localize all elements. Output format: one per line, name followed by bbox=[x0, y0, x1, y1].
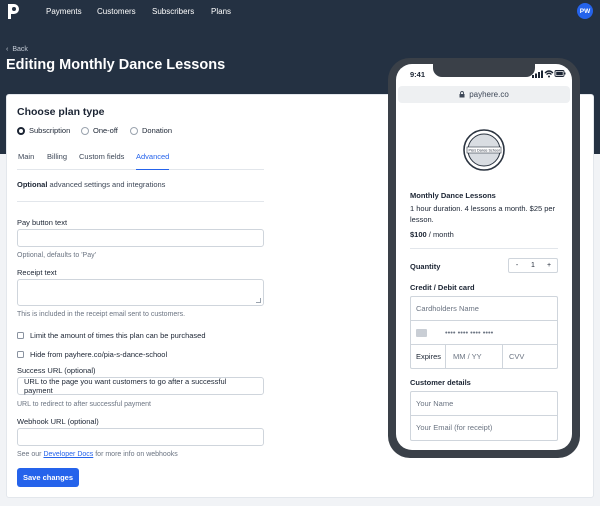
browser-url-bar[interactable]: payhere.co bbox=[398, 86, 570, 103]
advanced-intro-text: advanced settings and integrations bbox=[47, 180, 166, 189]
divider bbox=[410, 248, 558, 249]
card-number-placeholder: •••• •••• •••• •••• bbox=[445, 328, 494, 337]
radio-subscription[interactable]: Subscription bbox=[17, 126, 70, 135]
radio-unchecked-icon bbox=[130, 126, 138, 135]
quantity-stepper[interactable]: - 1 + bbox=[508, 258, 558, 273]
webhook-hint: See our Developer Docs for more info on … bbox=[17, 451, 178, 458]
webhook-url-label: Webhook URL (optional) bbox=[17, 417, 99, 426]
tab-advanced[interactable]: Advanced bbox=[136, 152, 170, 170]
webhook-url-input[interactable] bbox=[17, 428, 264, 446]
radio-one-off[interactable]: One-off bbox=[81, 126, 118, 135]
resize-handle-icon[interactable] bbox=[256, 298, 261, 303]
plan-tabs: Main Billing Custom fields Advanced bbox=[17, 144, 264, 170]
tab-main[interactable]: Main bbox=[18, 152, 34, 170]
preview-description: 1 hour duration. 4 lessons a month. $25 … bbox=[410, 204, 556, 224]
radio-one-off-label: One-off bbox=[93, 126, 118, 135]
save-changes-button[interactable]: Save changes bbox=[17, 468, 79, 487]
success-url-label: Success URL (optional) bbox=[17, 366, 96, 375]
top-navigation: Payments Customers Subscribers Plans PW bbox=[0, 0, 600, 24]
hide-plan-label: Hide from payhere.co/pia-s-dance-school bbox=[30, 350, 168, 359]
school-logo-text: Pia's Dance School bbox=[468, 149, 499, 153]
radio-subscription-label: Subscription bbox=[29, 126, 71, 135]
webhook-hint-suffix: for more info on webhooks bbox=[93, 451, 178, 458]
success-url-input[interactable]: URL to the page you want customers to go… bbox=[17, 377, 264, 395]
nav-customers[interactable]: Customers bbox=[97, 7, 136, 16]
phone-notch bbox=[433, 64, 535, 77]
checkbox-icon bbox=[17, 332, 24, 339]
receipt-hint: This is included in the receipt email se… bbox=[17, 311, 186, 318]
pay-button-hint: Optional, defaults to 'Pay' bbox=[17, 252, 96, 259]
developer-docs-link[interactable]: Developer Docs bbox=[43, 451, 93, 458]
lock-icon bbox=[459, 91, 465, 98]
credit-card-icon bbox=[416, 328, 427, 337]
signal-icon bbox=[532, 70, 543, 78]
receipt-textarea[interactable] bbox=[17, 279, 264, 306]
wifi-icon bbox=[544, 70, 554, 78]
card-number-input[interactable]: •••• •••• •••• •••• bbox=[416, 328, 493, 337]
school-logo: Pia's Dance School bbox=[463, 129, 505, 171]
quantity-label: Quantity bbox=[410, 262, 441, 271]
radio-donation-label: Donation bbox=[142, 126, 173, 135]
back-label: Back bbox=[12, 46, 28, 53]
nav-subscribers[interactable]: Subscribers bbox=[152, 7, 194, 16]
avatar[interactable]: PW bbox=[577, 3, 593, 19]
checkbox-icon bbox=[17, 351, 24, 358]
divider bbox=[410, 320, 558, 321]
receipt-label: Receipt text bbox=[17, 268, 57, 277]
radio-donation[interactable]: Donation bbox=[130, 126, 172, 135]
tab-custom-fields[interactable]: Custom fields bbox=[79, 152, 124, 170]
divider bbox=[445, 345, 446, 369]
pay-button-input[interactable] bbox=[17, 229, 264, 247]
divider bbox=[410, 344, 558, 345]
battery-icon bbox=[554, 70, 566, 77]
hide-plan-checkbox[interactable]: Hide from payhere.co/pia-s-dance-school bbox=[17, 350, 167, 359]
preview-price: $100 / month bbox=[410, 230, 454, 239]
nav-payments[interactable]: Payments bbox=[46, 7, 82, 16]
advanced-intro: Optional advanced settings and integrati… bbox=[17, 180, 165, 189]
customer-name-input[interactable]: Your Name bbox=[416, 399, 453, 408]
browser-url-text: payhere.co bbox=[469, 90, 509, 99]
divider bbox=[502, 345, 503, 369]
radio-unchecked-icon bbox=[81, 126, 89, 135]
quantity-plus-button[interactable]: + bbox=[541, 262, 557, 269]
webhook-hint-prefix: See our bbox=[17, 451, 44, 458]
status-icons bbox=[532, 70, 566, 78]
nav-plans[interactable]: Plans bbox=[211, 7, 231, 16]
customer-details-title: Customer details bbox=[410, 378, 471, 387]
preview-price-period: / month bbox=[426, 230, 454, 239]
preview-plan-name: Monthly Dance Lessons bbox=[410, 191, 496, 200]
cardholder-name-input[interactable]: Cardholders Name bbox=[416, 304, 479, 313]
plan-type-title: Choose plan type bbox=[17, 106, 105, 118]
quantity-value: 1 bbox=[531, 262, 535, 269]
divider bbox=[410, 415, 558, 416]
card-section-title: Credit / Debit card bbox=[410, 283, 475, 292]
preview-price-amount: $100 bbox=[410, 230, 427, 239]
pay-button-label: Pay button text bbox=[17, 218, 68, 227]
page-title: Editing Monthly Dance Lessons bbox=[6, 57, 226, 73]
success-url-hint: URL to redirect to after successful paym… bbox=[17, 401, 151, 408]
back-link[interactable]: ‹ Back bbox=[6, 46, 28, 53]
tab-billing[interactable]: Billing bbox=[47, 152, 67, 170]
advanced-intro-bold: Optional bbox=[17, 180, 48, 189]
status-time: 9:41 bbox=[410, 70, 426, 79]
limit-purchases-checkbox[interactable]: Limit the amount of times this plan can … bbox=[17, 331, 206, 340]
chevron-left-icon: ‹ bbox=[6, 46, 9, 53]
payhere-logo-icon[interactable] bbox=[6, 3, 20, 20]
cvv-input[interactable]: CVV bbox=[509, 352, 524, 361]
expires-label: Expires bbox=[416, 352, 442, 361]
expiry-input[interactable]: MM / YY bbox=[453, 352, 482, 361]
divider bbox=[17, 201, 264, 202]
customer-email-input[interactable]: Your Email (for receipt) bbox=[416, 423, 492, 432]
limit-purchases-label: Limit the amount of times this plan can … bbox=[30, 331, 206, 340]
quantity-minus-button[interactable]: - bbox=[509, 262, 525, 269]
radio-checked-icon bbox=[17, 126, 25, 135]
